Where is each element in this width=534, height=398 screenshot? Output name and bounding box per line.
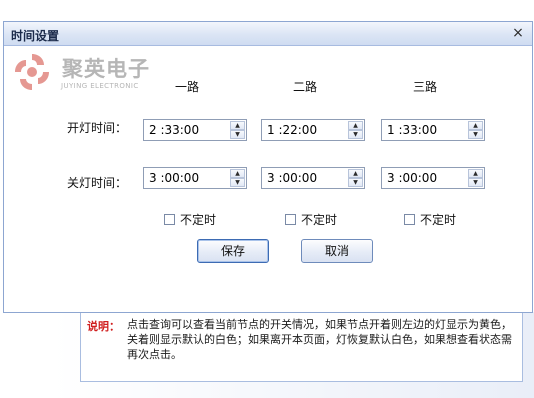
column-header-1: 一路 — [175, 80, 200, 94]
spin-up-icon[interactable]: ▲ — [230, 169, 245, 178]
off-time-value-1[interactable]: 3 :00:00 — [149, 171, 199, 185]
checkbox-label: 不定时 — [301, 213, 338, 227]
time-settings-dialog: 时间设置 × 聚英电子 JUYING ELECTRONIC 一路 二路 三路 开… — [3, 21, 533, 313]
off-time-spinner-1[interactable]: 3 :00:00 ▲ ▼ — [143, 167, 247, 189]
juying-logo: 聚英电子 JUYING ELECTRONIC — [9, 51, 169, 95]
note-text: 点击查询可以查看当前节点的开关情况，如果节点开着则左边的灯显示为黄色，关着则显示… — [127, 318, 512, 361]
on-time-value-1[interactable]: 2 :33:00 — [149, 123, 199, 137]
on-time-value-2[interactable]: 1 :22:00 — [267, 123, 317, 137]
checkbox-label: 不定时 — [420, 213, 457, 227]
unscheduled-checkbox-1[interactable]: 不定时 — [164, 211, 216, 228]
checkbox-label: 不定时 — [180, 213, 217, 227]
off-time-label: 关灯时间： — [67, 176, 128, 190]
on-time-value-3[interactable]: 1 :33:00 — [387, 123, 437, 137]
checkbox-icon[interactable] — [404, 214, 415, 225]
spin-down-icon[interactable]: ▼ — [468, 130, 483, 139]
on-time-label: 开灯时间： — [67, 121, 128, 135]
dialog-title: 时间设置 — [11, 29, 60, 43]
off-time-spinner-3[interactable]: 3 :00:00 ▲ ▼ — [381, 167, 485, 189]
close-icon[interactable]: × — [511, 25, 525, 41]
spin-up-icon[interactable]: ▲ — [348, 169, 363, 178]
checkbox-icon[interactable] — [164, 214, 175, 225]
spin-down-icon[interactable]: ▼ — [348, 130, 363, 139]
note-panel: 说明： 点击查询可以查看当前节点的开关情况，如果节点开着则左边的灯显示为黄色，关… — [80, 312, 523, 382]
save-button[interactable]: 保存 — [197, 239, 269, 263]
spin-down-icon[interactable]: ▼ — [348, 178, 363, 187]
spin-up-icon[interactable]: ▲ — [348, 121, 363, 130]
on-time-spinner-2[interactable]: 1 :22:00 ▲ ▼ — [261, 119, 365, 141]
cancel-button[interactable]: 取消 — [301, 239, 373, 263]
column-header-2: 二路 — [293, 80, 318, 94]
unscheduled-checkbox-3[interactable]: 不定时 — [404, 211, 456, 228]
spin-up-icon[interactable]: ▲ — [468, 169, 483, 178]
on-time-spinner-3[interactable]: 1 :33:00 ▲ ▼ — [381, 119, 485, 141]
spin-up-icon[interactable]: ▲ — [468, 121, 483, 130]
unscheduled-checkbox-2[interactable]: 不定时 — [285, 211, 337, 228]
column-header-3: 三路 — [413, 80, 438, 94]
spin-down-icon[interactable]: ▼ — [230, 130, 245, 139]
off-time-value-2[interactable]: 3 :00:00 — [267, 171, 317, 185]
logo-subtitle: JUYING ELECTRONIC — [61, 82, 139, 90]
spin-down-icon[interactable]: ▼ — [230, 178, 245, 187]
checkbox-icon[interactable] — [285, 214, 296, 225]
logo-mark-icon — [15, 54, 49, 90]
on-time-spinner-1[interactable]: 2 :33:00 ▲ ▼ — [143, 119, 247, 141]
off-time-value-3[interactable]: 3 :00:00 — [387, 171, 437, 185]
logo-name: 聚英电子 — [62, 57, 150, 81]
note-label: 说明： — [87, 320, 120, 333]
dialog-titlebar[interactable]: 时间设置 × — [4, 22, 532, 46]
spin-down-icon[interactable]: ▼ — [468, 178, 483, 187]
spin-up-icon[interactable]: ▲ — [230, 121, 245, 130]
off-time-spinner-2[interactable]: 3 :00:00 ▲ ▼ — [261, 167, 365, 189]
